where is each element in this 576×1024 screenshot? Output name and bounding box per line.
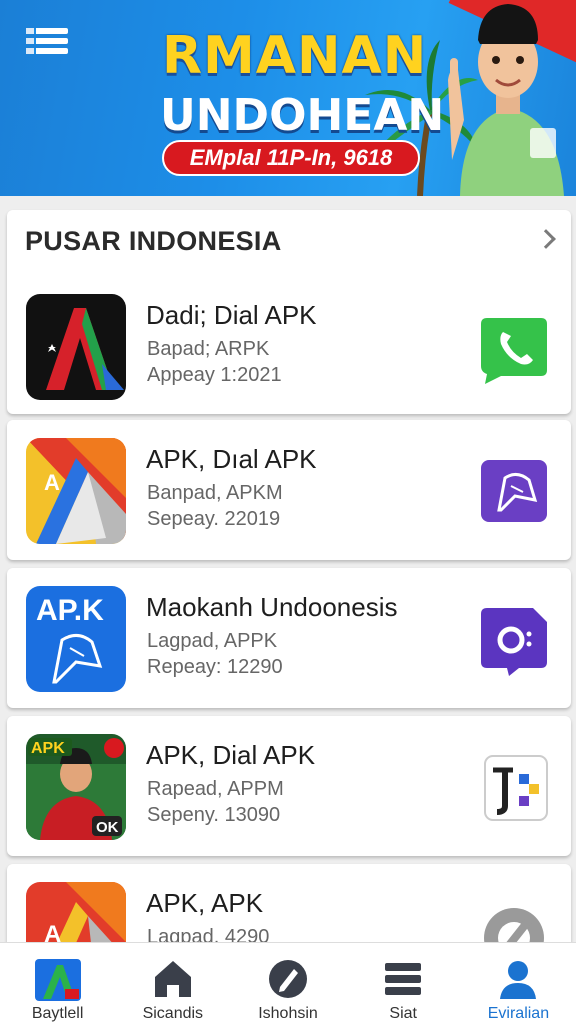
bottom-nav: Baytlell Sicandis Ishohsin Siat Eviralia… xyxy=(0,942,576,1024)
app-publisher: Banpad, APKM xyxy=(147,482,283,504)
edit-icon xyxy=(269,960,307,998)
app-logo-icon xyxy=(34,959,81,1001)
svg-text:OK: OK xyxy=(96,819,119,836)
banner-subtitle: UNDOHEAN xyxy=(160,90,445,141)
nav-label: Baytlell xyxy=(31,1005,84,1022)
app-icon: A xyxy=(26,438,126,544)
header-banner: RMANAN UNDOHEAN EMplal 11P-In, 9618 xyxy=(0,0,576,196)
nav-label: Eviralian xyxy=(487,1005,550,1022)
svg-text:APK: APK xyxy=(31,740,65,757)
app-name: Dadi; Dial APK xyxy=(146,300,317,330)
menu-icon-line xyxy=(26,48,68,54)
nav-item-eviralian[interactable]: Eviralian xyxy=(461,943,576,1024)
banner-title: RMANAN xyxy=(162,26,428,86)
app-card[interactable]: A APK, Dıal APK Banpad, APKM Sepeay. 220… xyxy=(7,420,571,560)
chat-icon[interactable] xyxy=(479,606,549,676)
app-card[interactable]: APK OK APK, Dial APK Rapead, APPM Sepeny… xyxy=(7,716,571,856)
nav-label: Siat xyxy=(389,1005,417,1022)
app-row[interactable]: Dadi; Dial APK Bapad; ARPK Appeay 1:2021 xyxy=(7,284,571,408)
app-icon: APK OK xyxy=(26,734,126,840)
nav-label: Sicandis xyxy=(142,1005,204,1022)
person-icon xyxy=(500,961,537,999)
menu-button[interactable] xyxy=(26,28,68,64)
nav-item-siat[interactable]: Siat xyxy=(346,943,461,1024)
section-card: PUSAR INDONESIA Dadi; Dial APK Bapad; AR… xyxy=(7,210,571,414)
bird-icon[interactable] xyxy=(479,458,549,528)
svg-text:A: A xyxy=(44,470,60,495)
app-date: Sepeay. 22019 xyxy=(147,508,281,530)
app-date: Repeay: 12290 xyxy=(147,656,283,678)
menu-icon-line xyxy=(26,38,68,44)
mascot-illustration xyxy=(448,4,564,196)
list-icon xyxy=(385,963,422,995)
nav-item-baytlell[interactable]: Baytlell xyxy=(0,943,115,1024)
nav-item-ishohsin[interactable]: Ishohsin xyxy=(230,943,345,1024)
svg-text:AP.K: AP.K xyxy=(36,594,104,627)
chevron-right-icon[interactable] xyxy=(536,229,556,249)
section-title: PUSAR INDONESIA xyxy=(25,226,282,256)
app-name: Maokanh Undoonesis xyxy=(146,592,398,622)
nav-label: Ishohsin xyxy=(258,1005,318,1022)
app-publisher: Rapead, APPM xyxy=(147,778,284,800)
menu-icon-line xyxy=(26,28,68,34)
app-date: Sepeny. 13090 xyxy=(147,804,281,826)
app-row[interactable]: APK OK APK, Dial APK Rapead, APPM Sepeny… xyxy=(7,724,571,848)
app-date: Appeay 1:2021 xyxy=(147,364,282,386)
app-publisher: Bapad; ARPK xyxy=(147,338,270,360)
phone-icon[interactable] xyxy=(479,314,549,384)
app-row[interactable]: A APK, Dıal APK Banpad, APKM Sepeay. 220… xyxy=(7,428,571,552)
app-publisher: Lagpad, APPK xyxy=(147,630,278,652)
app-row[interactable]: AP.K Maokanh Undoonesis Lagpad, APPK Rep… xyxy=(7,576,571,700)
app-icon xyxy=(26,294,126,400)
home-icon xyxy=(154,961,191,997)
app-card[interactable]: AP.K Maokanh Undoonesis Lagpad, APPK Rep… xyxy=(7,568,571,708)
app-name: APK, APK xyxy=(146,888,264,918)
docs-icon[interactable] xyxy=(479,754,549,824)
nav-item-sicandis[interactable]: Sicandis xyxy=(115,943,230,1024)
app-icon: AP.K xyxy=(26,586,126,692)
banner-pill: EMplal 11P-In, 9618 xyxy=(162,140,420,176)
app-name: APK, Dial APK xyxy=(146,740,316,770)
app-name: APK, Dıal APK xyxy=(146,444,317,474)
